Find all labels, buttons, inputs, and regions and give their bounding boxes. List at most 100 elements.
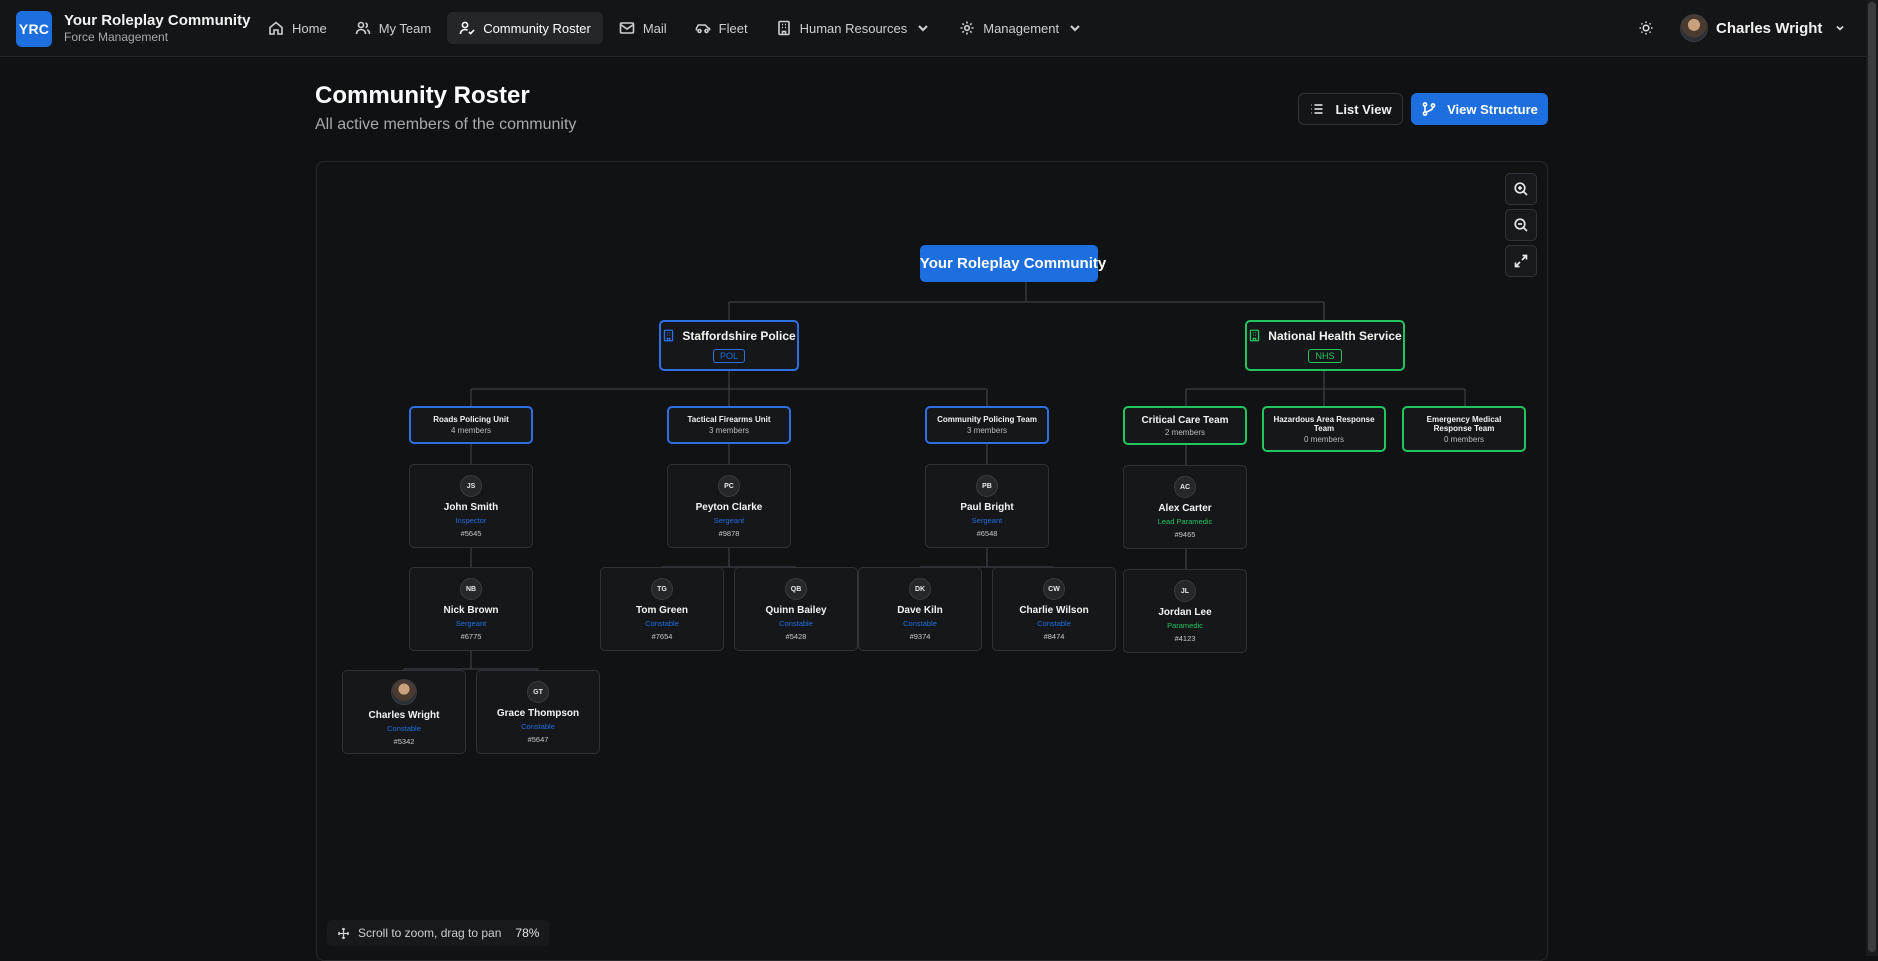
member-name: John Smith [443,502,499,513]
zoom-in-icon [1514,182,1528,196]
main-nav: Home My Team Community Roster Mail Fleet… [256,12,1095,44]
nav-management[interactable]: Management [947,12,1095,44]
list-view-label: List View [1335,101,1392,117]
zoom-out-icon [1514,218,1528,232]
user-menu[interactable]: Charles Wright [1680,13,1846,43]
community-logo[interactable]: YRC [16,11,52,47]
member-rank: Paramedic [1167,621,1203,630]
member-card-nick-brown[interactable]: NB Nick Brown Sergeant #6775 [409,567,533,651]
page-title: Community Roster [315,82,530,109]
user-name: Charles Wright [1716,19,1823,37]
page-subtitle: All active members of the community [315,116,577,133]
unit-member-count: 4 members [450,426,491,435]
member-name: Peyton Clarke [695,502,763,513]
department-nhs-name: National Health Service [1268,328,1402,343]
member-card-peyton-clarke[interactable]: PC Peyton Clarke Sergeant #9878 [667,464,791,548]
member-rank: Sergeant [455,619,487,628]
department-police[interactable]: Staffordshire Police POL [659,320,799,371]
member-badge-number: #6548 [976,529,998,538]
member-badge-number: #8474 [1043,632,1065,641]
nav-home[interactable]: Home [256,12,339,44]
member-initials: JL [1174,580,1196,602]
member-initials: QB [785,578,807,600]
unit-member-count: 3 members [708,426,749,435]
member-card-quinn-bailey[interactable]: QB Quinn Bailey Constable #5428 [734,567,858,651]
view-structure-button[interactable]: View Structure [1411,93,1548,125]
member-badge-number: #5342 [393,737,415,746]
nav-management-label: Management [983,20,1060,36]
member-rank: Constable [645,619,679,628]
member-initials: AC [1174,476,1196,498]
member-badge-number: #5428 [785,632,807,641]
org-chart-canvas[interactable]: Your Roleplay Community Staffordshire Po… [316,161,1548,961]
member-rank: Lead Paramedic [1157,517,1213,526]
unit-member-count: 2 members [1164,427,1205,437]
member-name: Tom Green [635,605,689,616]
member-card-tom-green[interactable]: TG Tom Green Constable #7654 [600,567,724,651]
unit-name: Community Policing Team [937,415,1037,424]
member-card-charlie-wilson[interactable]: CW Charlie Wilson Constable #8474 [992,567,1116,651]
member-initials: TG [651,578,673,600]
building-icon [664,329,674,342]
member-name: Alex Carter [1158,503,1212,514]
member-rank: Constable [903,619,937,628]
theme-toggle-button[interactable] [1634,16,1658,40]
nav-mail[interactable]: Mail [607,12,679,44]
org-root-node[interactable]: Your Roleplay Community [920,245,1106,282]
unit-name: Roads Policing Unit [433,415,509,424]
member-card-alex-carter[interactable]: AC Alex Carter Lead Paramedic #9465 [1123,465,1247,549]
maximize-icon [1514,254,1528,268]
zoom-in-button[interactable] [1505,173,1537,205]
member-card-john-smith[interactable]: JS John Smith Inspector #5645 [409,464,533,548]
member-initials: NB [460,578,482,600]
nav-fleet[interactable]: Fleet [683,12,760,44]
member-card-grace-thompson[interactable]: GT Grace Thompson Constable #5647 [476,670,600,754]
nav-home-label: Home [292,20,327,36]
building-icon [777,20,790,36]
department-police-title: Staffordshire Police [662,329,796,343]
unit-hazardous-area-response[interactable]: Hazardous Area Response Team 0 members [1262,406,1386,452]
user-avatar [1680,14,1708,42]
pan-zoom-hint-text: Scroll to zoom, drag to pan [358,926,502,940]
member-initials: GT [527,681,549,703]
nav-my-team[interactable]: My Team [343,12,444,44]
member-card-dave-kiln[interactable]: DK Dave Kiln Constable #9374 [858,567,982,651]
page-scrollbar[interactable] [1866,0,1878,956]
scrollbar-thumb[interactable] [1868,2,1876,952]
nav-mail-label: Mail [642,20,667,36]
member-name: Charles Wright [368,710,440,721]
unit-member-count: 0 members [1303,434,1344,444]
unit-name: Critical Care Team [1141,414,1229,426]
member-name: Charlie Wilson [1019,605,1089,616]
unit-member-count: 0 members [1443,434,1484,444]
move-icon [337,927,350,939]
member-rank: Constable [387,724,421,733]
member-badge-number: #6775 [460,632,482,641]
nav-human-resources-label: Human Resources [799,20,908,36]
member-card-charles-wright[interactable]: Charles Wright Constable #5342 [342,670,466,754]
zoom-out-button[interactable] [1505,209,1537,241]
unit-name: Hazardous Area Response Team [1273,414,1375,433]
list-icon [1311,104,1323,114]
pan-zoom-hint: Scroll to zoom, drag to pan 78% [327,920,550,946]
list-view-button[interactable]: List View [1298,93,1403,125]
view-structure-label: View Structure [1447,101,1538,117]
member-card-jordan-lee[interactable]: JL Jordan Lee Paramedic #4123 [1123,569,1247,653]
unit-tactical-firearms[interactable]: Tactical Firearms Unit 3 members [667,406,791,444]
member-initials: JS [460,475,482,497]
unit-emergency-medical-response[interactable]: Emergency Medical Response Team 0 member… [1402,406,1526,452]
fullscreen-button[interactable] [1505,245,1537,277]
unit-community-policing[interactable]: Community Policing Team 3 members [925,406,1049,444]
member-rank: Inspector [455,516,487,525]
member-rank: Constable [1037,619,1071,628]
member-avatar [391,679,417,705]
nav-human-resources[interactable]: Human Resources [764,12,944,44]
member-badge-number: #9878 [718,529,740,538]
nav-community-roster[interactable]: Community Roster [447,12,603,44]
unit-roads-policing[interactable]: Roads Policing Unit 4 members [409,406,533,444]
department-police-code: POL [712,348,745,363]
unit-name: Emergency Medical Response Team [1426,414,1502,433]
department-nhs[interactable]: National Health Service NHS [1245,320,1405,371]
unit-critical-care[interactable]: Critical Care Team 2 members [1123,406,1247,445]
member-card-paul-bright[interactable]: PB Paul Bright Sergeant #6548 [925,464,1049,548]
